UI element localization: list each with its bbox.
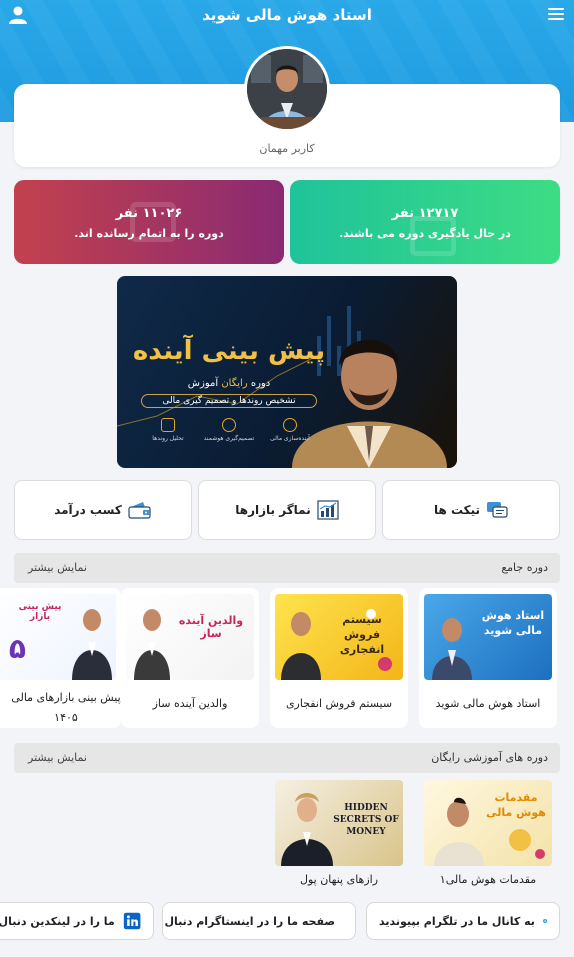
- banner-headline: پیش بینی آینده: [132, 336, 326, 366]
- promo-banner[interactable]: پیش بینی آینده دوره رایگان آموزش تشخیص ر…: [117, 276, 457, 468]
- book-icon: [410, 216, 456, 256]
- thumb-text: HIDDEN SECRETS OF MONEY: [333, 803, 399, 837]
- stat-learning-card: ۱۲۷۱۷ نفر در حال یادگیری دوره می باشند.: [290, 180, 560, 264]
- course-title: مقدمات هوش مالی۱: [439, 873, 537, 886]
- earn-income-button[interactable]: کسب درآمد: [14, 480, 192, 540]
- app-title: استاد هوش مالی شوید: [202, 6, 372, 24]
- course-title: پیش بینی بازارهای مالی ۱۴۰۵: [11, 691, 121, 724]
- course-title: والدین آینده ساز: [152, 697, 228, 710]
- banner-subtitle-row: دوره رایگان آموزش: [129, 378, 329, 389]
- market-chart-icon: [317, 500, 339, 520]
- course-card[interactable]: سیستم فروش انفجاری سیستم فروش انفجاری: [270, 588, 408, 728]
- course-thumbnail: سیستم فروش انفجاری: [275, 594, 403, 680]
- instagram-label: صفحه ما را در اینستاگرام دنبال کنید: [163, 914, 335, 928]
- stat-completed-card: ۱۱۰۲۶ نفر دوره را به اتمام رسانده اند.: [14, 180, 284, 264]
- telegram-label: به کانال ما در تلگرام بپیوندید: [379, 914, 535, 928]
- banner-features: آینده‌سازی مالی تصمیم‌گیری هوشمند تحلیل …: [141, 418, 317, 442]
- course-title: استاد هوش مالی شوید: [435, 697, 541, 710]
- thumb-text: مقدمات هوش مالی: [486, 791, 546, 819]
- avatar[interactable]: [244, 46, 330, 132]
- linkedin-label: ما را در لینکدین دنبال کنید: [0, 914, 115, 928]
- show-more-link[interactable]: نمایش بیشتر: [28, 561, 87, 574]
- ticket-chat-icon: [487, 502, 508, 518]
- show-more-link[interactable]: نمایش بیشتر: [28, 751, 87, 764]
- user-icon[interactable]: [8, 5, 28, 25]
- market-indicator-label: نماگر بازارها: [235, 503, 311, 517]
- thumb-text: والدین آینده ساز: [178, 614, 244, 640]
- tickets-button[interactable]: تیکت ها: [382, 480, 560, 540]
- banner-line1-b: رایگان: [221, 378, 248, 389]
- course-thumbnail: استاد هوش مالی شوید: [424, 594, 552, 680]
- banner-feature: آینده‌سازی مالی: [263, 418, 317, 442]
- course-card[interactable]: والدین آینده ساز والدین آینده ساز: [121, 588, 259, 728]
- free-course-card[interactable]: HIDDEN SECRETS OF MONEY رازهای پنهان پول: [270, 774, 408, 892]
- course-title: رازهای پنهان پول: [299, 873, 379, 886]
- course-thumbnail: والدین آینده ساز: [126, 594, 254, 680]
- course-thumbnail: ۵ پیش بینی بازار: [0, 594, 116, 680]
- market-indicator-button[interactable]: نماگر بازارها: [198, 480, 376, 540]
- certificate-icon: [130, 202, 176, 242]
- banner-line1-a: دوره: [250, 378, 271, 389]
- wallet-icon: [128, 502, 151, 519]
- banner-feature: تصمیم‌گیری هوشمند: [202, 418, 256, 442]
- course-thumbnail: مقدمات هوش مالی: [424, 780, 552, 866]
- linkedin-icon: [123, 912, 141, 930]
- thumb-text: استاد هوش مالی شوید: [481, 609, 545, 637]
- free-course-card[interactable]: مقدمات هوش مالی مقدمات هوش مالی۱: [419, 774, 557, 892]
- home-screen: استاد هوش مالی شوید کاربر مهمان ۱۲۷۱۷ نف…: [0, 0, 574, 957]
- section-header-free: دوره های آموزشی رایگان نمایش بیشتر: [14, 743, 560, 773]
- section-title: دوره جامع: [501, 561, 548, 574]
- course-thumbnail: HIDDEN SECRETS OF MONEY: [275, 780, 403, 866]
- thumb-text: سیستم فروش انفجاری: [339, 613, 385, 656]
- course-card[interactable]: استاد هوش مالی شوید استاد هوش مالی شوید: [419, 588, 557, 728]
- telegram-button[interactable]: به کانال ما در تلگرام بپیوندید: [366, 902, 560, 940]
- thumb-text: پیش بینی بازار: [18, 602, 62, 622]
- section-title: دوره های آموزشی رایگان: [431, 751, 548, 764]
- section-header-comprehensive: دوره جامع نمایش بیشتر: [14, 553, 560, 583]
- instagram-button[interactable]: صفحه ما را در اینستاگرام دنبال کنید: [162, 902, 356, 940]
- tickets-label: تیکت ها: [433, 503, 481, 517]
- banner-line1-c: آموزش: [187, 378, 219, 389]
- banner-feature: تحلیل روندها: [141, 418, 195, 442]
- course-title: سیستم فروش انفجاری: [285, 697, 393, 710]
- guest-name: کاربر مهمان: [259, 142, 315, 155]
- course-card[interactable]: ۵ پیش بینی بازار پیش بینی بازارهای مالی …: [0, 588, 121, 728]
- telegram-icon: [542, 918, 547, 924]
- banner-line2: تشخیص روندها و تصمیم گیری مالی: [141, 394, 317, 408]
- earn-income-label: کسب درآمد: [54, 503, 122, 517]
- svg-text:۵: ۵: [9, 632, 26, 665]
- linkedin-button[interactable]: ما را در لینکدین دنبال کنید: [0, 902, 154, 940]
- hamburger-menu-icon[interactable]: [548, 8, 564, 22]
